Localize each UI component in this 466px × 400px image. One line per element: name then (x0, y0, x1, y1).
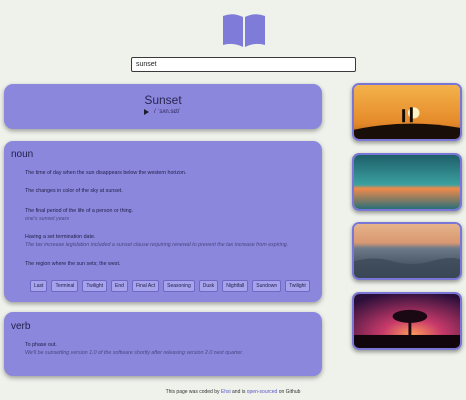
definition: The final period of the life of a person… (25, 208, 315, 222)
footer: This page was coded by Ehsi and is open-… (165, 389, 301, 395)
ocean-waves-image (352, 222, 462, 280)
open-book-logo-icon (223, 14, 265, 48)
example: one's sunset years (25, 216, 69, 222)
synonym-chip[interactable]: Terminal (51, 280, 79, 292)
word-title: Sunset (144, 93, 182, 107)
verb-title: verb (11, 321, 31, 332)
synonym-chip[interactable]: Dusk (198, 280, 219, 292)
noun-card: noun The time of day when the sun disapp… (4, 141, 322, 302)
definition: Having a set termination date. The tax i… (25, 234, 315, 248)
definition: The region where the sun sets; the west. (25, 261, 121, 267)
synonym-chip[interactable]: Twilight (82, 280, 108, 292)
synonym-chip[interactable]: Final Act (131, 280, 160, 292)
definition: To phase out. We'll be sunsetting versio… (25, 342, 315, 356)
word-header-card: Sunset / ˈsʌn.sɛt/ (4, 84, 322, 129)
noun-title: noun (11, 149, 34, 160)
open-source-link[interactable]: open-sourced (247, 389, 278, 395)
synonym-chip[interactable]: Nightfall (222, 280, 249, 292)
tree-sunset-image (352, 292, 462, 350)
synonym-chip[interactable]: Last (30, 280, 48, 292)
pronunciation-row: / ˈsʌn.sɛt/ (144, 109, 179, 115)
synonym-chip[interactable]: Seasoning (163, 280, 195, 292)
definition: The time of day when the sun disappears … (25, 170, 187, 176)
definition: The changes in color of the sky at sunse… (25, 188, 123, 194)
search-input[interactable] (131, 57, 356, 72)
teal-sea-image (352, 153, 462, 211)
synonym-list: Last Terminal Twilight End Final Act Sea… (30, 280, 310, 292)
verb-card: verb To phase out. We'll be sunsetting v… (4, 312, 322, 376)
sunset-silhouette-image (352, 83, 462, 141)
synonym-chip[interactable]: Twilight (285, 280, 310, 292)
synonym-chip[interactable]: End (111, 280, 128, 292)
author-link[interactable]: Ehsi (221, 389, 231, 395)
example: We'll be sunsetting version 1.0 of the s… (25, 350, 244, 356)
example: The tax increase legislation included a … (25, 242, 289, 248)
play-icon[interactable] (144, 109, 149, 115)
pronunciation-text: / ˈsʌn.sɛt/ (154, 109, 180, 115)
synonym-chip[interactable]: Sundown (252, 280, 282, 292)
